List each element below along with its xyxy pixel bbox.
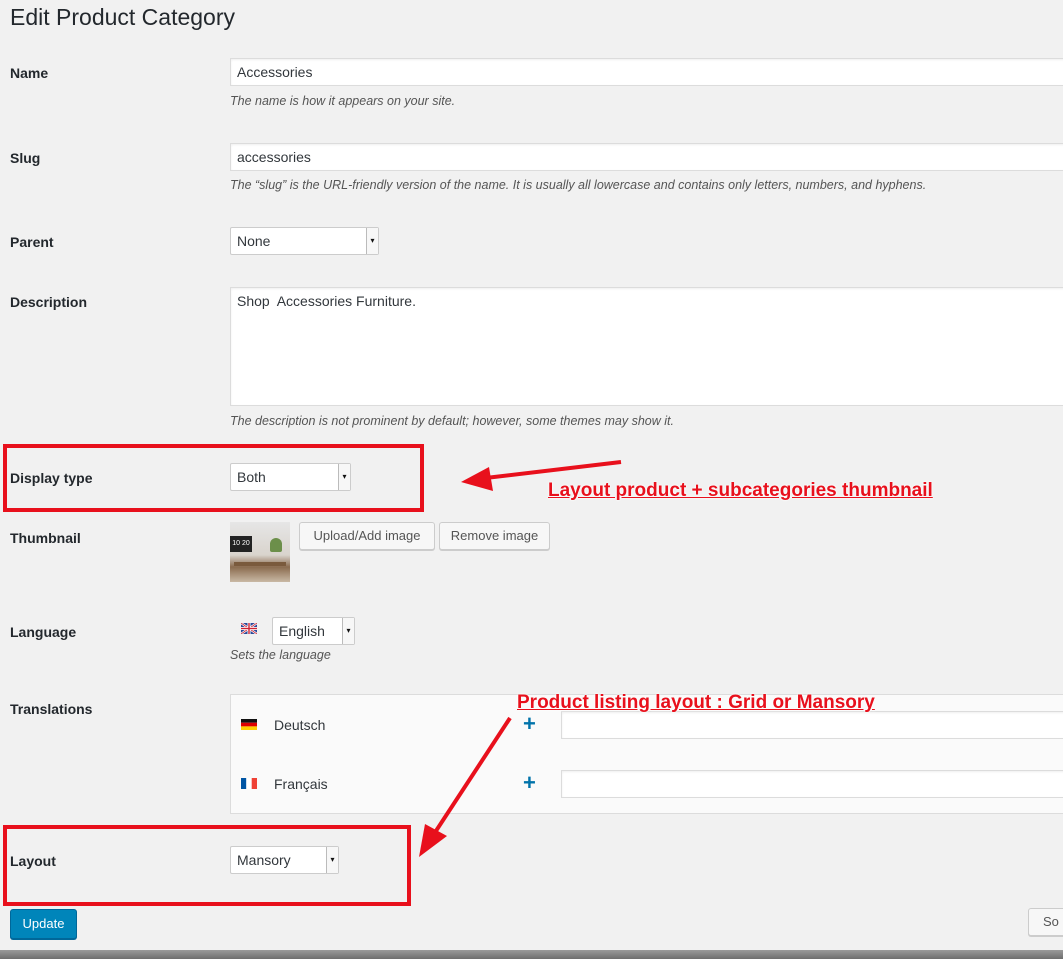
upload-image-button[interactable]: Upload/Add image [299, 522, 435, 550]
parent-select[interactable]: None ▾ [230, 227, 379, 255]
chevron-down-icon: ▾ [366, 228, 378, 254]
language-select[interactable]: English ▾ [272, 617, 355, 645]
parent-label: Parent [10, 234, 54, 250]
uk-flag-icon [241, 623, 257, 634]
name-input[interactable]: Accessories [230, 58, 1063, 86]
annotation-arrow-layout [419, 716, 512, 857]
translation-input-fr[interactable] [561, 770, 1063, 798]
table-icon [234, 562, 286, 566]
display-type-label: Display type [10, 470, 93, 486]
display-type-select-value: Both [237, 469, 266, 485]
slug-help: The “slug” is the URL-friendly version o… [230, 178, 927, 192]
name-help: The name is how it appears on your site. [230, 94, 456, 108]
layout-highlight [3, 825, 411, 906]
remove-image-button[interactable]: Remove image [439, 522, 550, 550]
chevron-down-icon: ▾ [338, 464, 350, 490]
add-translation-de-icon[interactable]: + [523, 713, 536, 735]
translation-language-de: Deutsch [274, 717, 326, 733]
thumbnail-label: Thumbnail [10, 530, 81, 546]
layout-label: Layout [10, 853, 56, 869]
chevron-down-icon: ▾ [342, 618, 354, 644]
update-button[interactable]: Update [10, 909, 77, 939]
layout-annotation: Product listing layout : Grid or Mansory [517, 692, 875, 713]
display-type-select[interactable]: Both ▾ [230, 463, 351, 491]
add-translation-fr-icon[interactable]: + [523, 772, 536, 794]
description-label: Description [10, 294, 88, 310]
thumbnail-image: 10 20 [230, 522, 290, 582]
description-help: The description is not prominent by defa… [230, 414, 674, 428]
name-label: Name [10, 65, 49, 81]
translations-label: Translations [10, 701, 93, 717]
secondary-button-partial[interactable]: So [1028, 908, 1063, 936]
thumbnail-image-screen: 10 20 [230, 536, 252, 552]
os-dock-strip [0, 950, 1063, 959]
slug-label: Slug [10, 150, 41, 166]
parent-select-value: None [237, 233, 271, 249]
language-label: Language [10, 624, 77, 640]
page-title: Edit Product Category [10, 4, 236, 30]
chevron-down-icon: ▾ [326, 847, 338, 873]
slug-input[interactable]: accessories [230, 143, 1063, 171]
translation-input-de[interactable] [561, 711, 1063, 739]
plant-icon [270, 538, 282, 552]
layout-select[interactable]: Mansory ▾ [230, 846, 339, 874]
display-type-annotation: Layout product + subcategories thumbnail [548, 480, 933, 501]
translation-language-fr: Français [274, 776, 328, 792]
language-help: Sets the language [230, 648, 331, 662]
de-flag-icon [241, 719, 257, 730]
layout-select-value: Mansory [237, 852, 291, 868]
description-textarea[interactable]: Shop Accessories Furniture. [230, 287, 1063, 406]
language-select-value: English [279, 623, 325, 639]
fr-flag-icon [241, 778, 257, 789]
